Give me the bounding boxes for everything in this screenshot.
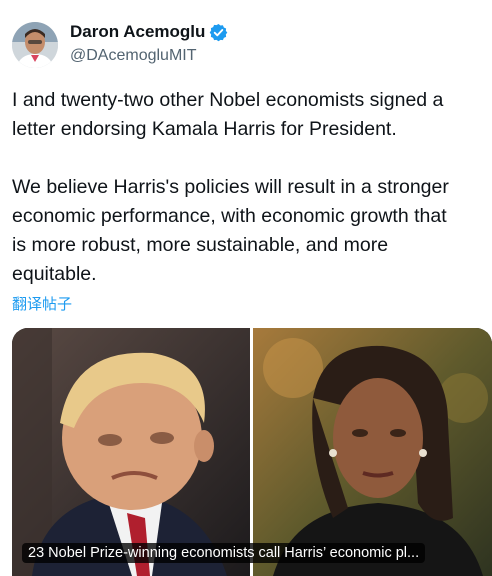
author-handle[interactable]: @DAcemogluMIT <box>70 47 197 65</box>
verified-badge-icon <box>210 23 228 41</box>
tweet-text-line: I and twenty-two other Nobel economists … <box>12 89 444 111</box>
tweet-text-line: We believe Harris's policies will result… <box>12 176 449 198</box>
link-card-caption[interactable]: 23 Nobel Prize-winning economists call H… <box>22 543 426 563</box>
tweet-text-line: is more robust, more sustainable, and mo… <box>12 234 389 256</box>
harris-photo <box>253 328 492 576</box>
link-card-media[interactable]: 23 Nobel Prize-winning economists call H… <box>12 328 492 576</box>
author-display-name[interactable]: Daron Acemoglu <box>70 22 205 42</box>
tweet-text-line: equitable. <box>12 263 97 285</box>
tweet-card[interactable]: Daron Acemoglu @DAcemogluMIT I and twent… <box>0 0 492 576</box>
avatar-photo <box>12 22 58 68</box>
translate-post-link[interactable]: 翻译帖子 <box>12 293 72 314</box>
tweet-text-line: economic performance, with economic grow… <box>12 205 447 227</box>
tweet-text: I and twenty-two other Nobel economists … <box>12 86 490 289</box>
tweet-text-line: letter endorsing Kamala Harris for Presi… <box>12 118 397 140</box>
avatar[interactable] <box>12 22 58 68</box>
trump-photo <box>12 328 250 576</box>
author-name-row[interactable]: Daron Acemoglu <box>70 20 228 44</box>
